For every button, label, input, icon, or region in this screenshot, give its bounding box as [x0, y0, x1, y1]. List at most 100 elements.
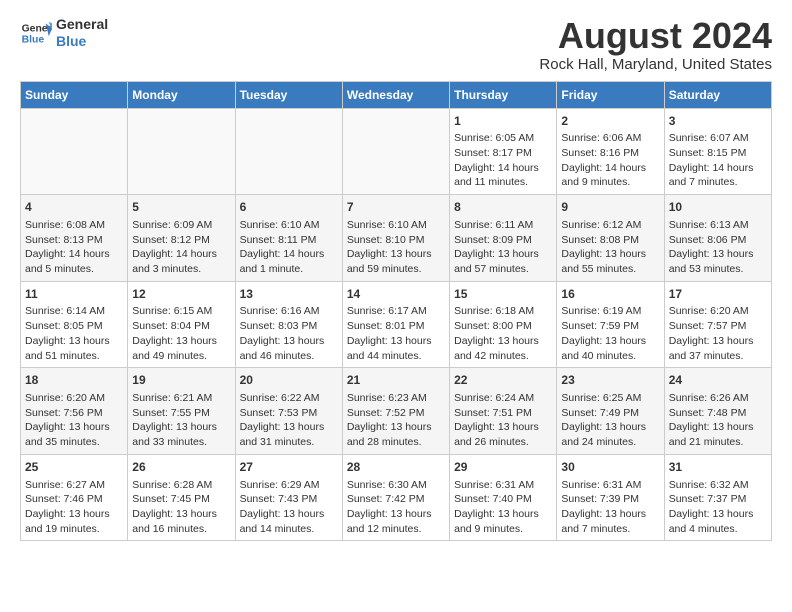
day-number: 17 — [669, 286, 767, 303]
day-info: Sunset: 7:48 PM — [669, 406, 767, 421]
day-info: Daylight: 13 hours and 44 minutes. — [347, 334, 445, 363]
calendar-cell: 6Sunrise: 6:10 AMSunset: 8:11 PMDaylight… — [235, 195, 342, 282]
calendar-cell: 16Sunrise: 6:19 AMSunset: 7:59 PMDayligh… — [557, 281, 664, 368]
day-info: Sunset: 7:57 PM — [669, 319, 767, 334]
day-info: Sunset: 8:05 PM — [25, 319, 123, 334]
day-info: Daylight: 13 hours and 24 minutes. — [561, 420, 659, 449]
day-number: 13 — [240, 286, 338, 303]
day-info: Daylight: 13 hours and 16 minutes. — [132, 507, 230, 536]
day-info: Sunset: 7:49 PM — [561, 406, 659, 421]
day-number: 30 — [561, 459, 659, 476]
weekday-header: Thursday — [450, 81, 557, 108]
calendar-week-row: 18Sunrise: 6:20 AMSunset: 7:56 PMDayligh… — [21, 368, 772, 455]
day-number: 29 — [454, 459, 552, 476]
day-info: Daylight: 13 hours and 33 minutes. — [132, 420, 230, 449]
calendar-cell — [235, 108, 342, 195]
day-number: 10 — [669, 199, 767, 216]
calendar-cell: 30Sunrise: 6:31 AMSunset: 7:39 PMDayligh… — [557, 454, 664, 541]
day-number: 1 — [454, 113, 552, 130]
calendar-week-row: 4Sunrise: 6:08 AMSunset: 8:13 PMDaylight… — [21, 195, 772, 282]
weekday-header: Monday — [128, 81, 235, 108]
calendar-cell: 1Sunrise: 6:05 AMSunset: 8:17 PMDaylight… — [450, 108, 557, 195]
day-info: Sunrise: 6:07 AM — [669, 131, 767, 146]
day-info: Sunrise: 6:08 AM — [25, 218, 123, 233]
calendar-cell: 19Sunrise: 6:21 AMSunset: 7:55 PMDayligh… — [128, 368, 235, 455]
day-number: 12 — [132, 286, 230, 303]
day-info: Daylight: 13 hours and 55 minutes. — [561, 247, 659, 276]
logo: General Blue General Blue — [20, 16, 108, 50]
calendar-cell: 10Sunrise: 6:13 AMSunset: 8:06 PMDayligh… — [664, 195, 771, 282]
day-info: Daylight: 14 hours and 7 minutes. — [669, 161, 767, 190]
day-info: Sunrise: 6:29 AM — [240, 478, 338, 493]
calendar-cell: 11Sunrise: 6:14 AMSunset: 8:05 PMDayligh… — [21, 281, 128, 368]
day-number: 6 — [240, 199, 338, 216]
day-info: Sunrise: 6:13 AM — [669, 218, 767, 233]
day-info: Daylight: 14 hours and 5 minutes. — [25, 247, 123, 276]
day-number: 11 — [25, 286, 123, 303]
day-info: Sunset: 8:17 PM — [454, 146, 552, 161]
day-number: 19 — [132, 372, 230, 389]
day-info: Sunset: 7:51 PM — [454, 406, 552, 421]
day-info: Sunrise: 6:18 AM — [454, 304, 552, 319]
day-number: 31 — [669, 459, 767, 476]
calendar-cell: 24Sunrise: 6:26 AMSunset: 7:48 PMDayligh… — [664, 368, 771, 455]
calendar-cell: 17Sunrise: 6:20 AMSunset: 7:57 PMDayligh… — [664, 281, 771, 368]
weekday-header: Friday — [557, 81, 664, 108]
day-info: Daylight: 13 hours and 4 minutes. — [669, 507, 767, 536]
calendar-cell: 23Sunrise: 6:25 AMSunset: 7:49 PMDayligh… — [557, 368, 664, 455]
day-info: Daylight: 14 hours and 9 minutes. — [561, 161, 659, 190]
calendar-subtitle: Rock Hall, Maryland, United States — [539, 56, 772, 73]
calendar-cell: 5Sunrise: 6:09 AMSunset: 8:12 PMDaylight… — [128, 195, 235, 282]
calendar-cell: 14Sunrise: 6:17 AMSunset: 8:01 PMDayligh… — [342, 281, 449, 368]
day-info: Sunrise: 6:12 AM — [561, 218, 659, 233]
day-info: Sunrise: 6:11 AM — [454, 218, 552, 233]
logo-line2: Blue — [56, 33, 108, 50]
day-number: 3 — [669, 113, 767, 130]
day-number: 7 — [347, 199, 445, 216]
day-info: Daylight: 13 hours and 7 minutes. — [561, 507, 659, 536]
calendar-cell: 7Sunrise: 6:10 AMSunset: 8:10 PMDaylight… — [342, 195, 449, 282]
day-info: Daylight: 13 hours and 31 minutes. — [240, 420, 338, 449]
day-info: Sunset: 7:39 PM — [561, 492, 659, 507]
calendar-cell: 9 Sunrise: 6:12 AMSunset: 8:08 PMDaylight… — [557, 195, 664, 282]
day-info: Sunrise: 6:14 AM — [25, 304, 123, 319]
calendar-table: SundayMondayTuesdayWednesdayThursdayFrid… — [20, 81, 772, 542]
day-info: Sunset: 8:09 PM — [454, 233, 552, 248]
day-info: Sunset: 8:00 PM — [454, 319, 552, 334]
calendar-cell — [342, 108, 449, 195]
day-number: 21 — [347, 372, 445, 389]
calendar-cell: 20Sunrise: 6:22 AMSunset: 7:53 PMDayligh… — [235, 368, 342, 455]
day-info: Sunrise: 6:26 AM — [669, 391, 767, 406]
day-number: 16 — [561, 286, 659, 303]
weekday-header: Tuesday — [235, 81, 342, 108]
day-info: Sunset: 8:08 PM — [561, 233, 659, 248]
day-info: Sunset: 7:45 PM — [132, 492, 230, 507]
day-info: Daylight: 14 hours and 11 minutes. — [454, 161, 552, 190]
logo-icon: General Blue — [20, 17, 52, 49]
day-info: Daylight: 13 hours and 57 minutes. — [454, 247, 552, 276]
day-number: 9 — [561, 199, 659, 216]
day-info: Sunrise: 6:31 AM — [454, 478, 552, 493]
day-number: 14 — [347, 286, 445, 303]
calendar-cell: 3Sunrise: 6:07 AMSunset: 8:15 PMDaylight… — [664, 108, 771, 195]
title-area: August 2024 Rock Hall, Maryland, United … — [539, 16, 772, 73]
weekday-header: Saturday — [664, 81, 771, 108]
day-info: Daylight: 13 hours and 19 minutes. — [25, 507, 123, 536]
svg-text:Blue: Blue — [22, 34, 45, 45]
day-info: Sunset: 8:16 PM — [561, 146, 659, 161]
day-info: Daylight: 13 hours and 12 minutes. — [347, 507, 445, 536]
calendar-cell: 29Sunrise: 6:31 AMSunset: 7:40 PMDayligh… — [450, 454, 557, 541]
day-number: 8 — [454, 199, 552, 216]
day-number: 24 — [669, 372, 767, 389]
weekday-header-row: SundayMondayTuesdayWednesdayThursdayFrid… — [21, 81, 772, 108]
day-info: Daylight: 14 hours and 3 minutes. — [132, 247, 230, 276]
calendar-cell: 4Sunrise: 6:08 AMSunset: 8:13 PMDaylight… — [21, 195, 128, 282]
day-info: Sunset: 7:55 PM — [132, 406, 230, 421]
day-number: 18 — [25, 372, 123, 389]
day-info: Daylight: 13 hours and 42 minutes. — [454, 334, 552, 363]
calendar-cell: 26Sunrise: 6:28 AMSunset: 7:45 PMDayligh… — [128, 454, 235, 541]
day-number: 22 — [454, 372, 552, 389]
day-info: Sunset: 7:56 PM — [25, 406, 123, 421]
day-info: Daylight: 13 hours and 59 minutes. — [347, 247, 445, 276]
day-info: Sunset: 7:46 PM — [25, 492, 123, 507]
